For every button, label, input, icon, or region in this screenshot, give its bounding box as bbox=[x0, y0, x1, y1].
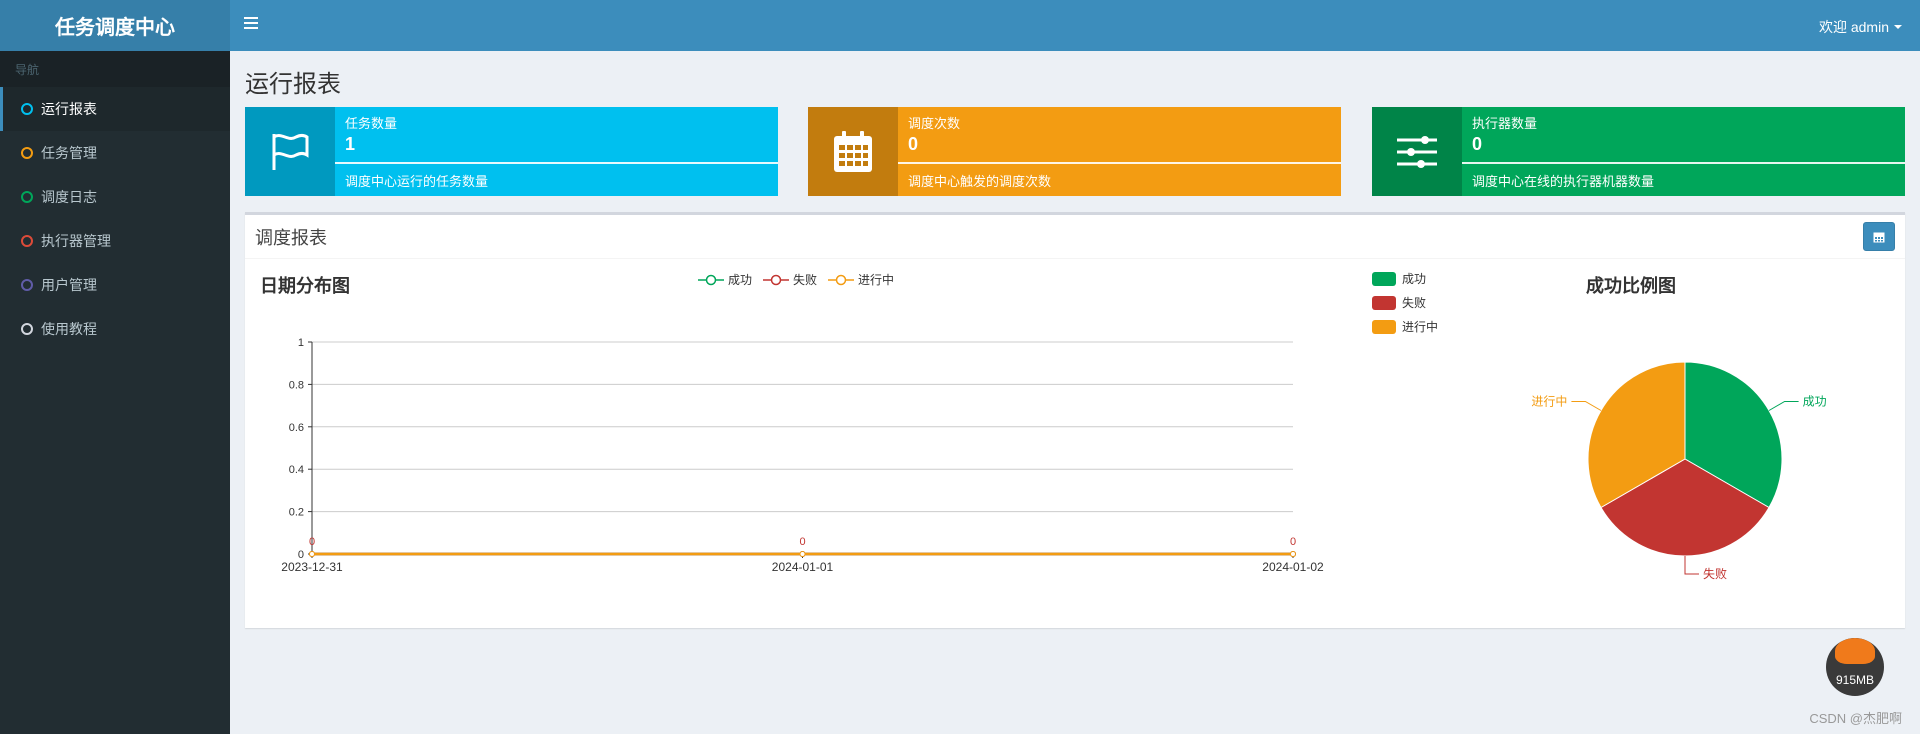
calendar-icon bbox=[1873, 232, 1885, 242]
report-card: 调度报表 日期分布图 成功比例图 成功 失败 进行中 成功 失败 进行中 0 0.… bbox=[245, 212, 1905, 628]
series-point bbox=[799, 551, 806, 557]
card-title: 调度报表 bbox=[245, 215, 1905, 259]
app-logo-title[interactable]: 任务调度中心 bbox=[0, 0, 230, 51]
legend-label: 进行中 bbox=[858, 273, 895, 287]
legend-line-icon bbox=[698, 274, 724, 285]
info-desc: 调度中心运行的任务数量 bbox=[345, 174, 489, 189]
user-welcome-text: 欢迎 admin bbox=[1818, 19, 1889, 35]
info-box-task-count: 任务数量 1 调度中心运行的任务数量 bbox=[245, 107, 778, 196]
pie-slice-label: 成功 bbox=[1803, 395, 1827, 409]
y-tick-label: 0.6 bbox=[289, 422, 304, 434]
circle-icon bbox=[21, 147, 33, 159]
line-chart-title: 日期分布图 bbox=[260, 276, 350, 296]
sidebar-item-label: 调度日志 bbox=[41, 189, 97, 205]
progress-bar bbox=[898, 162, 1341, 164]
pie-label-line bbox=[1768, 401, 1799, 411]
memory-badge[interactable]: 915MB bbox=[1826, 638, 1884, 696]
progress-bar bbox=[335, 162, 778, 164]
series-point bbox=[1290, 551, 1296, 557]
circle-icon bbox=[21, 103, 33, 115]
x-tick-label: 2023-12-31 bbox=[281, 560, 343, 574]
legend-swatch bbox=[1372, 295, 1396, 310]
pie-chart: 成功失败 进行中 bbox=[1531, 361, 1827, 581]
legend-label: 成功 bbox=[1402, 272, 1427, 286]
y-tick-label: 0.2 bbox=[289, 507, 304, 519]
info-desc: 调度中心触发的调度次数 bbox=[908, 174, 1052, 189]
sidebar-item-label: 使用教程 bbox=[41, 321, 97, 337]
x-tick-label: 2024-01-01 bbox=[772, 560, 834, 574]
info-box-executor-count: 执行器数量 0 调度中心在线的执行器机器数量 bbox=[1372, 107, 1905, 196]
series-point bbox=[309, 551, 315, 557]
info-value: 1 bbox=[345, 134, 356, 154]
sidebar-item-1[interactable]: 任务管理 bbox=[0, 131, 230, 175]
sidebar-item-label: 运行报表 bbox=[41, 101, 97, 117]
info-box-trigger-count: 调度次数 0 调度中心触发的调度次数 bbox=[808, 107, 1341, 196]
pie-slice-label: 失败 bbox=[1703, 566, 1727, 581]
x-tick-label: 2024-01-02 bbox=[1262, 560, 1324, 574]
info-label: 任务数量 bbox=[345, 116, 398, 131]
y-tick-label: 1 bbox=[298, 337, 304, 349]
pie-chart-title: 成功比例图 bbox=[1586, 276, 1676, 296]
sidebar-item-label: 任务管理 bbox=[41, 145, 97, 161]
pie-slice-label: 进行中 bbox=[1531, 394, 1567, 409]
circle-icon bbox=[21, 279, 33, 291]
info-desc: 调度中心在线的执行器机器数量 bbox=[1472, 174, 1655, 189]
pie-label-line bbox=[1684, 556, 1699, 575]
data-label: 0 bbox=[309, 536, 315, 548]
circle-icon bbox=[21, 323, 33, 335]
y-tick-label: 0.4 bbox=[289, 464, 304, 476]
calendar-icon bbox=[808, 107, 898, 196]
sidebar-item-3[interactable]: 执行器管理 bbox=[0, 219, 230, 263]
sidebar-item-0[interactable]: 运行报表 bbox=[0, 87, 230, 131]
sidebar-item-2[interactable]: 调度日志 bbox=[0, 175, 230, 219]
page-title: 运行报表 bbox=[245, 71, 341, 98]
pie-label-line bbox=[1571, 401, 1602, 411]
pie-legend-success[interactable]: 成功 bbox=[1372, 270, 1426, 287]
legend-swatch bbox=[1372, 271, 1396, 286]
sidebar: 任务调度中心 导航 运行报表任务管理调度日志执行器管理用户管理使用教程 bbox=[0, 0, 230, 734]
sidebar-item-5[interactable]: 使用教程 bbox=[0, 307, 230, 351]
top-navbar: 欢迎 admin bbox=[230, 0, 1920, 51]
circle-icon bbox=[21, 235, 33, 247]
line-legend-success[interactable]: 成功 bbox=[698, 271, 752, 288]
fire-icon bbox=[1835, 638, 1875, 664]
legend-line-icon bbox=[828, 274, 854, 285]
data-label: 0 bbox=[799, 536, 805, 548]
circle-icon bbox=[21, 191, 33, 203]
pie-legend-fail[interactable]: 失败 bbox=[1372, 294, 1426, 311]
legend-label: 失败 bbox=[1402, 296, 1427, 310]
line-legend-running[interactable]: 进行中 bbox=[828, 271, 894, 288]
caret-down-icon bbox=[1894, 25, 1902, 29]
sidebar-item-4[interactable]: 用户管理 bbox=[0, 263, 230, 307]
legend-label: 成功 bbox=[728, 273, 753, 287]
info-label: 调度次数 bbox=[908, 116, 961, 131]
nav-list: 运行报表任务管理调度日志执行器管理用户管理使用教程 bbox=[0, 87, 230, 351]
legend-swatch bbox=[1372, 319, 1396, 334]
info-value: 0 bbox=[1472, 134, 1483, 154]
legend-label: 进行中 bbox=[1402, 320, 1439, 334]
progress-bar bbox=[1462, 162, 1905, 164]
info-label: 执行器数量 bbox=[1472, 116, 1538, 131]
sidebar-item-label: 执行器管理 bbox=[41, 233, 111, 249]
flag-icon bbox=[245, 107, 335, 196]
pie-legend-running[interactable]: 进行中 bbox=[1372, 318, 1438, 335]
y-tick-label: 0.8 bbox=[289, 379, 304, 391]
date-range-button[interactable] bbox=[1863, 222, 1895, 251]
user-menu[interactable]: 欢迎 admin bbox=[1819, 17, 1902, 37]
sidebar-item-label: 用户管理 bbox=[41, 277, 97, 293]
data-label: 0 bbox=[1290, 536, 1296, 548]
memory-badge-text: 915MB bbox=[1835, 673, 1875, 687]
info-value: 0 bbox=[908, 134, 919, 154]
line-legend-fail[interactable]: 失败 bbox=[763, 271, 817, 288]
hamburger-menu-icon[interactable] bbox=[244, 17, 258, 31]
sliders-icon bbox=[1372, 107, 1462, 196]
legend-line-icon bbox=[763, 274, 789, 285]
line-chart: 0 0.2 0.4 0.6 0.8 1 2023-12-31 2024-01-01 2024-0… bbox=[281, 337, 1324, 574]
nav-header: 导航 bbox=[0, 51, 230, 87]
legend-label: 失败 bbox=[793, 273, 818, 287]
watermark: CSDN @杰肥啊 bbox=[1809, 711, 1902, 726]
